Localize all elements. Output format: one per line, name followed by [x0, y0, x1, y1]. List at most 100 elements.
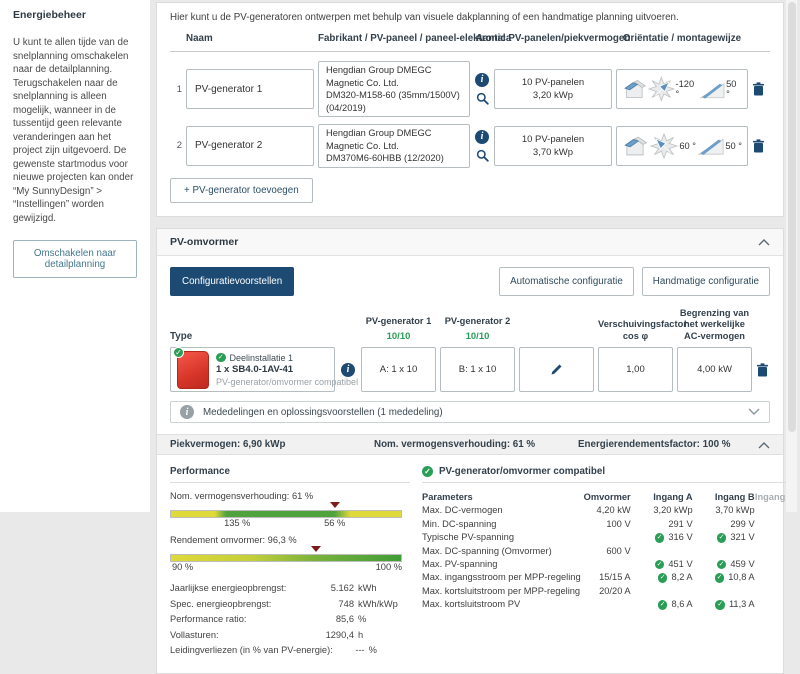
header-cos-phi: Verschuivingsfactor cos φ	[598, 319, 687, 341]
inverter-product-image	[173, 346, 209, 389]
cos-phi-box[interactable]: 1,00	[598, 347, 673, 392]
panel-info-button[interactable]	[475, 73, 489, 87]
panel-manufacturer: Hengdian Group DMEGC Magnetic Co. Ltd.	[326, 128, 432, 151]
check-icon	[716, 559, 727, 570]
ac-limit-box[interactable]: 4,00 kW	[677, 347, 752, 392]
check-icon	[216, 352, 226, 363]
header-ac-limit: Begrenzing van het werkelijke AC-vermoge…	[679, 307, 750, 341]
inverter-config-row: Deelinstallatie 1 1 x SB4.0-1AV-41 PV-ge…	[170, 346, 772, 392]
header-type: Type	[170, 331, 193, 342]
row-number: 1	[176, 83, 182, 95]
tilt-value: 50 °	[726, 79, 737, 99]
automatic-configuration-button[interactable]: Automatische configuratie	[499, 266, 634, 296]
panel-search-button[interactable]	[476, 92, 489, 105]
performance-stats: Jaarlijkse energieopbrengst: 5.162 kWh S…	[170, 581, 402, 659]
sidebar-title: Energiebeheer	[13, 9, 86, 21]
panel-count-box[interactable]: 10 PV-panelen 3,70 kWp	[494, 125, 612, 166]
generator-name-input[interactable]: PV-generator 1	[186, 69, 314, 109]
house-icon	[624, 80, 647, 98]
header-name: Naam	[186, 33, 213, 44]
sidebar: Energiebeheer U kunt te allen tijde van …	[0, 0, 150, 512]
stat-row: Performance ratio: 85,6 %	[170, 614, 367, 624]
generator-1-assignment: 10/10	[386, 330, 411, 342]
inverter-info-button[interactable]	[339, 362, 357, 377]
section-title: PV-omvormer	[170, 235, 239, 248]
delete-generator-button[interactable]	[752, 82, 770, 96]
azimuth-value: 60 °	[679, 140, 696, 151]
input-a-box[interactable]: A: 1 x 10	[361, 347, 436, 392]
parameter-row: Max. DC-vermogen 4,20 kW 3,20 kWp 3,70 k…	[422, 505, 755, 516]
main-content: Hier kunt u de PV-generatoren ontwerpen …	[156, 2, 795, 674]
peak-power: 3,70 kWp	[532, 146, 574, 158]
azimuth-value: -120 °	[675, 79, 695, 99]
header-manufacturer: Fabrikant / PV-paneel / paneel-elektroni…	[318, 33, 512, 44]
check-icon	[654, 533, 665, 543]
generator-row: 1 PV-generator 1 Hengdian Group DMEGC Ma…	[170, 61, 770, 117]
tilt-value: 50 °	[725, 140, 742, 151]
results-summary-bar[interactable]: Piekvermogen: 6,90 kWp Nom. vermogensver…	[157, 434, 783, 455]
gauge-marker	[311, 546, 322, 552]
parameter-row: Typische PV-spanning 316 V 321 V	[422, 531, 795, 544]
header-generator-1: PV-generator 1 10/10	[361, 316, 436, 342]
generator-row: 2 PV-generator 2 Hengdian Group DMEGC Ma…	[170, 124, 770, 168]
stat-row: Vollasturen: 1290,4 h	[170, 629, 364, 640]
inverter-model: 1 x SB4.0-1AV-41	[216, 363, 294, 375]
check-icon	[654, 559, 665, 570]
messages-text: Mededelingen en oplossingsvoorstellen (1…	[203, 406, 443, 418]
chevron-up-icon	[758, 238, 770, 245]
trash-icon	[753, 139, 764, 153]
panel-model: DM320-M158-60 (35mm/1500V) (04/2019)	[326, 90, 460, 113]
inverter-type-box[interactable]: Deelinstallatie 1 1 x SB4.0-1AV-41 PV-ge…	[170, 346, 359, 392]
peak-power: 3,20 kWp	[532, 90, 574, 101]
compatibility-status: PV-generator/omvormer compatibel	[216, 376, 359, 387]
panel-count: 10 PV-panelen	[521, 77, 585, 88]
parameter-row: Max. ingangsstroom per MPP-regeling 15/1…	[422, 571, 795, 584]
orientation-box[interactable]: -120 ° 50 °	[616, 69, 748, 109]
efficiency-bar-label: Rendement omvormer: 96,3 %	[170, 535, 297, 545]
panel-info-button[interactable]	[475, 129, 489, 144]
trash-icon	[753, 82, 764, 96]
pv-inverter-panel: PV-omvormer Configuratievoorstellen Auto…	[156, 227, 795, 674]
search-icon	[476, 92, 489, 105]
delete-inverter-button[interactable]	[756, 362, 772, 377]
edit-configuration-box[interactable]	[519, 347, 594, 392]
config-buttons-row: Configuratievoorstellen Automatische con…	[170, 266, 770, 296]
parameters-table: Parameters Omvormer Ingang A Ingang B In…	[422, 491, 795, 612]
add-generator-button[interactable]: + PV-generator toevoegen	[170, 177, 313, 203]
vertical-scrollbar[interactable]	[786, 0, 797, 512]
parameter-row: Max. kortsluitstroom per MPP-regeling 20…	[422, 585, 631, 596]
ratio-gauge	[170, 502, 402, 518]
configuration-proposals-button[interactable]: Configuratievoorstellen	[170, 266, 295, 296]
sidebar-description: U kunt te allen tijde van de snelplannin…	[13, 37, 134, 224]
gauge-bar	[170, 510, 402, 518]
chevron-up-icon	[758, 441, 770, 448]
azimuth-compass-icon	[649, 132, 678, 159]
delete-generator-button[interactable]	[752, 139, 770, 153]
pv-generators-panel: Hier kunt u de PV-generatoren ontwerpen …	[156, 2, 784, 217]
panel-search-button[interactable]	[476, 149, 489, 162]
stat-row: Spec. energieopbrengst: 748 kWh/kWp	[170, 598, 398, 609]
panel-selection-box[interactable]: Hengdian Group DMEGC Magnetic Co. Ltd. D…	[318, 61, 470, 117]
check-icon	[714, 573, 725, 583]
chevron-down-icon	[748, 408, 760, 415]
generator-name-input[interactable]: PV-generator 2	[186, 125, 314, 166]
pv-inverter-section-header[interactable]: PV-omvormer	[157, 228, 783, 256]
panel-selection-box[interactable]: Hengdian Group DMEGC Magnetic Co. Ltd. D…	[318, 124, 470, 168]
scrollbar-thumb[interactable]	[787, 2, 796, 432]
roof-tilt-icon	[697, 138, 724, 156]
panel-count-box[interactable]: 10 PV-panelen 3,20 kWp	[494, 69, 612, 109]
parameters-column: PV-generator/omvormer compatibel Paramet…	[422, 466, 795, 659]
messages-bar[interactable]: Mededelingen en oplossingsvoorstellen (1…	[170, 401, 770, 423]
info-icon	[475, 129, 489, 144]
power-ratio-summary: Nom. vermogensverhouding: 61 %	[374, 439, 536, 450]
manual-configuration-button[interactable]: Handmatige configuratie	[641, 266, 770, 296]
header-orientation: Oriëntatie / montagewijze	[622, 33, 742, 44]
switch-to-detail-planning-button[interactable]: Omschakelen naar detailplanning	[13, 240, 137, 278]
orientation-box[interactable]: 60 ° 50 °	[616, 125, 748, 166]
stat-row: Jaarlijkse energieopbrengst: 5.162 kWh	[170, 583, 377, 593]
input-b-box[interactable]: B: 1 x 10	[440, 347, 515, 392]
header-panel-count: Aantal PV-panelen/piekvermogen	[475, 33, 631, 44]
check-icon	[716, 533, 727, 543]
panel-manufacturer: Hengdian Group DMEGC Magnetic Co. Ltd.	[326, 65, 432, 88]
panel-actions	[474, 73, 490, 105]
